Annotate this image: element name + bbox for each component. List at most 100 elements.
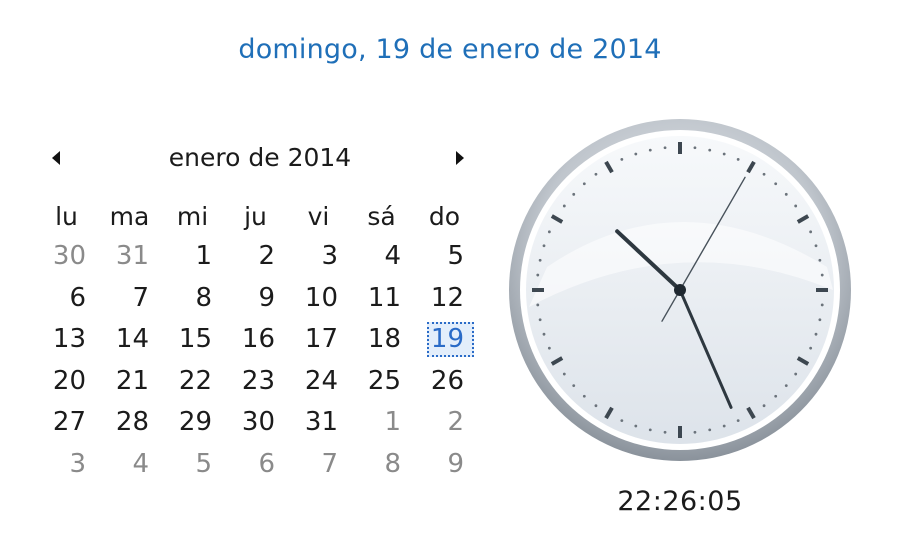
- minute-dot: [774, 182, 778, 186]
- calendar-day[interactable]: 28: [98, 402, 161, 444]
- calendar-day[interactable]: 15: [161, 319, 224, 361]
- minute-dot: [818, 258, 822, 262]
- calendar-day-number: 22: [178, 365, 212, 396]
- month-year-label[interactable]: enero de 2014: [40, 140, 480, 176]
- calendar-day[interactable]: 31: [287, 402, 350, 444]
- minute-dot: [762, 172, 766, 176]
- calendar-day-today[interactable]: 19: [413, 319, 476, 361]
- calendar-day[interactable]: 8: [161, 278, 224, 320]
- minute-dot: [736, 157, 740, 161]
- calendar-day[interactable]: 3: [287, 236, 350, 278]
- calendar-day[interactable]: 6: [224, 444, 287, 486]
- minute-dot: [818, 318, 822, 322]
- minute-dot: [762, 404, 766, 408]
- calendar-day-number: 9: [447, 448, 464, 479]
- calendar-day[interactable]: 7: [98, 278, 161, 320]
- calendar-day-number: 30: [52, 241, 86, 271]
- calendar-day[interactable]: 5: [161, 444, 224, 486]
- calendar-day-number: 7: [132, 282, 149, 313]
- minute-dot: [736, 419, 740, 423]
- calendar-day[interactable]: 10: [287, 278, 350, 320]
- calendar-day[interactable]: 30: [224, 402, 287, 444]
- calendar-day[interactable]: 27: [35, 402, 98, 444]
- calendar-day[interactable]: 6: [35, 278, 98, 320]
- analog-clock: [507, 117, 853, 463]
- calendar-day-number: 4: [384, 241, 401, 271]
- calendar-day-number: 25: [367, 365, 401, 396]
- minute-dot: [708, 428, 712, 432]
- calendar-day-number: 27: [52, 407, 86, 438]
- minute-dot: [648, 428, 652, 432]
- calendar-day[interactable]: 22: [161, 361, 224, 403]
- calendar-day-number: 11: [367, 282, 401, 313]
- calendar-day-number: 13: [52, 324, 86, 355]
- minute-dot: [722, 424, 726, 428]
- calendar-day[interactable]: 4: [350, 236, 413, 278]
- calendar-day[interactable]: 17: [287, 319, 350, 361]
- minute-dot: [538, 318, 542, 322]
- calendar-day[interactable]: 1: [161, 236, 224, 278]
- calendar-day[interactable]: 30: [35, 236, 98, 278]
- minute-dot: [562, 372, 566, 376]
- calendar-day[interactable]: 14: [98, 319, 161, 361]
- calendar-day[interactable]: 20: [35, 361, 98, 403]
- calendar-day-number: 19: [430, 324, 464, 355]
- weekday-header: vi: [307, 202, 330, 231]
- minute-dot: [594, 172, 598, 176]
- calendar-day[interactable]: 25: [350, 361, 413, 403]
- calendar-day[interactable]: 7: [287, 444, 350, 486]
- calendar-day[interactable]: 9: [224, 278, 287, 320]
- calendar-day-number: 18: [367, 324, 401, 355]
- minute-dot: [542, 244, 546, 248]
- minute-dot: [536, 273, 540, 277]
- calendar-day[interactable]: 23: [224, 361, 287, 403]
- calendar-day-number: 17: [304, 324, 338, 355]
- calendar-day-number: 5: [447, 241, 464, 271]
- calendar-day[interactable]: 2: [224, 236, 287, 278]
- minute-dot: [536, 303, 540, 307]
- calendar-day[interactable]: 31: [98, 236, 161, 278]
- calendar-day[interactable]: 11: [350, 278, 413, 320]
- calendar-day[interactable]: 16: [224, 319, 287, 361]
- calendar-day-number: 21: [115, 365, 149, 396]
- minute-dot: [708, 148, 712, 152]
- calendar-day[interactable]: 13: [35, 319, 98, 361]
- calendar-day[interactable]: 18: [350, 319, 413, 361]
- calendar-day-number: 15: [178, 324, 212, 355]
- full-date-link[interactable]: domingo, 19 de enero de 2014: [0, 34, 900, 65]
- calendar-day-number: 16: [241, 324, 275, 355]
- minute-dot: [809, 230, 813, 234]
- calendar-day[interactable]: 24: [287, 361, 350, 403]
- minute-dot: [648, 148, 652, 152]
- minute-dot: [542, 332, 546, 336]
- minute-dot: [572, 192, 576, 196]
- calendar-header: enero de 2014: [40, 140, 480, 176]
- calendar-day-number: 8: [195, 282, 212, 313]
- calendar-day-number: 4: [132, 448, 149, 479]
- calendar-day[interactable]: 9: [413, 444, 476, 486]
- calendar-day[interactable]: 4: [98, 444, 161, 486]
- calendar-day-number: 12: [430, 282, 464, 313]
- calendar-day[interactable]: 12: [413, 278, 476, 320]
- calendar-day-number: 23: [241, 365, 275, 396]
- calendar-day[interactable]: 1: [350, 402, 413, 444]
- minute-dot: [582, 182, 586, 186]
- triangle-right-icon: [456, 151, 464, 165]
- calendar-day-number: 5: [195, 448, 212, 479]
- calendar-day[interactable]: 5: [413, 236, 476, 278]
- calendar-day[interactable]: 2: [413, 402, 476, 444]
- calendar-day[interactable]: 8: [350, 444, 413, 486]
- minute-dot: [693, 146, 697, 150]
- calendar-day[interactable]: 21: [98, 361, 161, 403]
- minute-dot: [663, 430, 667, 434]
- calendar-day[interactable]: 29: [161, 402, 224, 444]
- minute-dot: [634, 152, 638, 156]
- minute-dot: [794, 204, 798, 208]
- calendar-day-number: 29: [178, 407, 212, 438]
- calendar-day[interactable]: 26: [413, 361, 476, 403]
- calendar-day-number: 30: [241, 407, 275, 438]
- minute-dot: [620, 157, 624, 161]
- minute-dot: [562, 204, 566, 208]
- next-month-button[interactable]: [448, 146, 472, 170]
- calendar-day[interactable]: 3: [35, 444, 98, 486]
